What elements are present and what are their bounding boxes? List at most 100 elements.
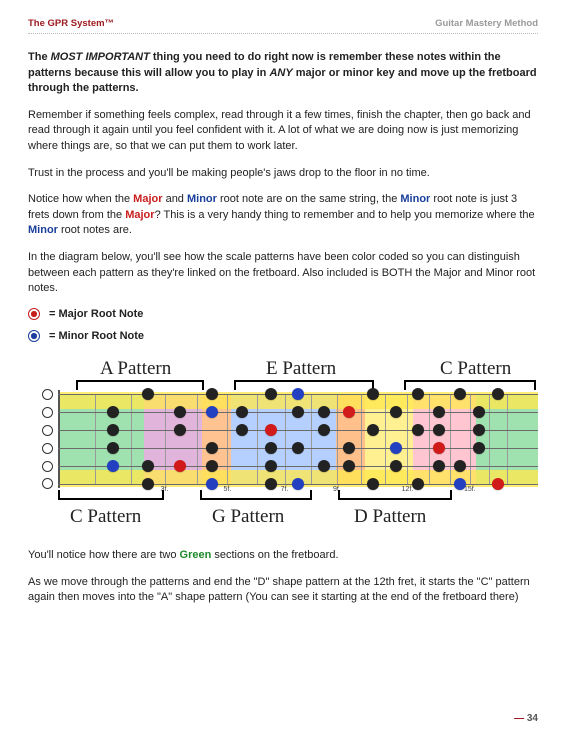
open-circle: [42, 461, 53, 472]
header-divider: [28, 33, 538, 34]
note-major-root: [174, 460, 186, 472]
note: [318, 406, 330, 418]
p6-green: Green: [180, 549, 212, 561]
paragraph-2: Remember if something feels complex, rea…: [28, 108, 538, 155]
legend-minor-text: = Minor Root Note: [49, 330, 144, 342]
note: [390, 460, 402, 472]
header-right: Guitar Mastery Method: [435, 18, 538, 29]
fretnum-15: 15f.: [464, 486, 476, 493]
note-minor-root: [206, 478, 218, 490]
note: [174, 424, 186, 436]
legend-major: = Major Root Note: [28, 308, 538, 320]
note: [142, 388, 154, 400]
fret-line: [470, 394, 471, 484]
paragraph-5: In the diagram below, you'll see how the…: [28, 250, 538, 297]
paragraph-3: Trust in the process and you'll be makin…: [28, 166, 538, 182]
header-left: The GPR System™: [28, 18, 114, 29]
bracket-a: [76, 380, 204, 390]
fret-line: [227, 394, 228, 484]
p1-em2: ANY: [269, 67, 292, 79]
note: [292, 442, 304, 454]
note: [433, 424, 445, 436]
label-d-pattern: D Pattern: [354, 506, 426, 528]
note: [142, 460, 154, 472]
label-c-pattern-top: C Pattern: [440, 358, 511, 380]
note: [343, 442, 355, 454]
note: [265, 478, 277, 490]
note: [107, 406, 119, 418]
p4-a: Notice how when the: [28, 193, 133, 205]
fret-line: [507, 394, 508, 484]
fret-line: [131, 394, 132, 484]
note: [265, 460, 277, 472]
note: [318, 424, 330, 436]
p4-major2: Major: [125, 209, 154, 221]
p4-b: and: [163, 193, 187, 205]
open-strings: [40, 394, 56, 484]
note: [236, 406, 248, 418]
note: [343, 460, 355, 472]
p4-minor1: Minor: [187, 193, 217, 205]
label-e-pattern: E Pattern: [266, 358, 336, 380]
paragraph-4: Notice how when the Major and Minor root…: [28, 192, 538, 239]
open-circle: [42, 425, 53, 436]
note: [492, 388, 504, 400]
fretboard: 3f. 5f. 7f. 9f. 12f. 15f.: [58, 394, 538, 484]
note-major-root: [265, 424, 277, 436]
paragraph-7: As we move through the patterns and end …: [28, 575, 538, 606]
open-circle: [42, 407, 53, 418]
page-number: 34: [524, 713, 538, 724]
note-minor-root: [292, 478, 304, 490]
note: [473, 424, 485, 436]
note: [107, 442, 119, 454]
fret-line: [361, 394, 362, 484]
open-circle: [42, 443, 53, 454]
note-minor-root: [390, 442, 402, 454]
note: [206, 460, 218, 472]
bracket-g: [200, 490, 312, 500]
note: [433, 406, 445, 418]
fret-line: [197, 394, 198, 484]
label-c-pattern-bottom: C Pattern: [70, 506, 141, 528]
note: [412, 424, 424, 436]
note: [473, 406, 485, 418]
note: [433, 460, 445, 472]
p6-a: You'll notice how there are two: [28, 549, 180, 561]
note: [473, 442, 485, 454]
fret-line: [407, 394, 408, 484]
p4-f: root notes are.: [58, 224, 132, 236]
note: [206, 442, 218, 454]
note: [265, 442, 277, 454]
nut: [58, 390, 60, 488]
label-a-pattern: A Pattern: [100, 358, 171, 380]
open-circle: [42, 389, 53, 400]
note: [367, 388, 379, 400]
fret-line: [429, 394, 430, 484]
note: [318, 460, 330, 472]
label-g-pattern: G Pattern: [212, 506, 284, 528]
note-minor-root: [454, 478, 466, 490]
fret-line: [285, 394, 286, 484]
footer-dash: —: [514, 713, 524, 724]
note: [390, 406, 402, 418]
note-major-root: [492, 478, 504, 490]
note: [107, 424, 119, 436]
note: [412, 388, 424, 400]
open-circle: [42, 478, 53, 489]
note: [265, 388, 277, 400]
paragraph-6: You'll notice how there are two Green se…: [28, 548, 538, 564]
p4-major1: Major: [133, 193, 162, 205]
p4-minor2: Minor: [400, 193, 430, 205]
page-footer: — 34: [514, 713, 538, 724]
fret-line: [450, 394, 451, 484]
fret-line: [337, 394, 338, 484]
p6-b: sections on the fretboard.: [211, 549, 338, 561]
note: [454, 460, 466, 472]
bracket-c-bottom: [58, 490, 164, 500]
major-root-icon: [28, 308, 40, 320]
fret-line: [165, 394, 166, 484]
note: [412, 478, 424, 490]
p1-t1: The: [28, 51, 51, 63]
note: [367, 478, 379, 490]
note-major-root: [343, 406, 355, 418]
